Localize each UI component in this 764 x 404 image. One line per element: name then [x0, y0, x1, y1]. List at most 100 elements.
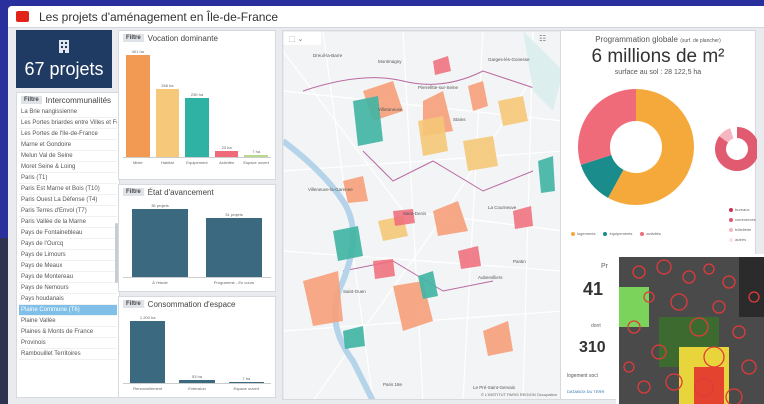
bar[interactable]: [125, 55, 150, 157]
bar-value-label: 1 200 ha: [139, 315, 156, 320]
legend-item: commerces: [729, 217, 756, 222]
map-place-label: Villeneuve-la-Garenne: [308, 187, 353, 192]
programmation-legend: logements équipements activités: [571, 231, 661, 236]
x-axis: [123, 383, 271, 384]
list-item[interactable]: Pays de Limours: [19, 250, 117, 261]
consommation-panel: Filtre Consommation d'espace 1 200 ha Reno…: [118, 296, 276, 398]
panel-title: Vocation dominante: [147, 33, 218, 43]
list-item[interactable]: Paris Vallée de la Marne: [19, 217, 117, 228]
bar-category-label: Programmé - En cours: [213, 280, 255, 285]
list-item[interactable]: Melun Val de Seine: [19, 151, 117, 162]
list-item[interactable]: Pays houdanais: [19, 294, 117, 305]
map-menu-icon[interactable]: ☷: [539, 34, 546, 43]
panel-title: État d'avancement: [147, 187, 214, 197]
bar-value-label: 266 ha: [161, 83, 174, 89]
avancement-chart: 36 projets À l'étude 31 projets Programmé -…: [123, 201, 271, 289]
title-bar: Les projets d'aménagement en Île-de-Fran…: [8, 6, 764, 28]
bar-category-label: Mixte: [133, 160, 143, 165]
map-place-label: Pantin: [513, 259, 526, 264]
filter-badge[interactable]: Filtre: [21, 96, 42, 104]
bar-category-label: Extension: [188, 386, 206, 391]
list-item[interactable]: La Brie nangissienne: [19, 107, 117, 118]
list-item[interactable]: Paris Ouest La Défense (T4): [19, 195, 117, 206]
list-item[interactable]: Moret Seine & Loing: [19, 162, 117, 173]
map-place-label: Stains: [453, 117, 466, 122]
list-item[interactable]: Paris Terres d'Envol (T7): [19, 206, 117, 217]
x-axis: [123, 157, 271, 158]
filter-badge[interactable]: Filtre: [123, 34, 144, 42]
map-place-label: Dreuil-la-Barre: [313, 53, 343, 58]
list-item[interactable]: Marne et Gondoire: [19, 140, 117, 151]
map-place-label: Aubervilliers: [478, 275, 503, 280]
bar-value-label: 230 ha: [190, 92, 204, 98]
map-place-label: Le Pré-Saint-Gervais: [473, 385, 516, 390]
list-item[interactable]: Paris Est Marne et Bois (T10): [19, 184, 117, 195]
legend-item: bureaux: [729, 207, 756, 212]
programmation-title: Programmation globale: [595, 35, 678, 44]
bar[interactable]: [129, 321, 166, 383]
intercommunalites-panel: Filtre Intercommunalités La Brie nangissi…: [16, 92, 120, 398]
building-icon: [16, 38, 112, 59]
bar-category-label: Espace ouvert: [243, 160, 269, 165]
map-place-label: Saint-Denis: [403, 211, 427, 216]
filter-badge[interactable]: Filtre: [123, 188, 144, 196]
bar-value-label: 7 ha: [252, 149, 261, 155]
filter-badge[interactable]: Filtre: [123, 300, 144, 308]
region-logo-icon: [16, 11, 29, 22]
list-item[interactable]: Pays de l'Ourcq: [19, 239, 117, 250]
legend-item: hôtellerie: [729, 227, 756, 232]
overlay-heatmap-window: [616, 254, 764, 404]
list-item[interactable]: Plaine Vallée: [19, 316, 117, 327]
bar-value-label: 7 ha: [242, 376, 251, 381]
bar-category-label: Equipement: [186, 160, 208, 165]
list-item[interactable]: Pays de Nemours: [19, 283, 117, 294]
bar-value-label: 23 ha: [221, 145, 232, 151]
secondary-legend: bureaux commerces hôtellerie autres: [729, 207, 756, 247]
list-item[interactable]: Pays de Montereau: [19, 272, 117, 283]
databox-link[interactable]: DATABOX DU TERR: [567, 389, 604, 394]
legend-item: activités: [640, 231, 661, 236]
svg-text:⬚ ⌄: ⬚ ⌄: [289, 36, 303, 43]
list-item[interactable]: Pays de Meaux: [19, 261, 117, 272]
panel-title: Intercommunalités: [45, 95, 112, 105]
list-item[interactable]: Rambouillet Territoires: [19, 349, 117, 360]
map-place-label: Villetaneuse: [378, 107, 403, 112]
list-item[interactable]: Les Portes briardes entre Villes et Forê…: [19, 118, 117, 129]
bar[interactable]: [185, 98, 209, 157]
map-place-label: Saint-Ouen: [343, 289, 366, 294]
bar[interactable]: [155, 89, 180, 157]
bar[interactable]: [206, 218, 262, 277]
programmation-donuts: [578, 89, 757, 205]
bar-category-label: Habitat: [161, 160, 174, 165]
kpi-1: 41: [583, 279, 604, 299]
programmation-surface: surface au sol : 28 122,5 ha: [614, 69, 702, 76]
programmation-note: (surf. de plancher): [680, 38, 721, 44]
bar-category-label: Espace ouvert: [233, 386, 260, 391]
legend-item: autres: [729, 237, 756, 242]
intercommunalites-list: La Brie nangissienne Les Portes briardes …: [17, 107, 119, 360]
kpi-logement-label: logement soci: [567, 373, 598, 379]
list-item[interactable]: Plaine Commune (T6): [19, 305, 117, 316]
legend-item: logements: [571, 231, 595, 236]
list-item[interactable]: Paris (T1): [19, 173, 117, 184]
bar[interactable]: [132, 209, 188, 277]
map-place-label: La Courneuve: [488, 205, 517, 210]
donut-slice[interactable]: [578, 89, 636, 165]
bar-value-label: 36 projets: [151, 203, 169, 208]
map-canvas[interactable]: ⬚ ⌄ ☷ Dreuil-la-Barre Montmagny Garges-lès…: [283, 31, 562, 400]
consommation-chart: 1 200 ha Renouvellement 53 ha Extension 7 ha…: [123, 313, 271, 395]
bar-value-label: 401 ha: [131, 49, 144, 54]
avancement-panel: Filtre État d'avancement 36 projets À l'ét…: [118, 184, 276, 292]
x-axis: [123, 277, 271, 278]
bar-category-label: Renouvellement: [133, 386, 163, 391]
programmation-total: 6 millions de m²: [591, 46, 725, 67]
project-count: 67 projets: [24, 59, 104, 79]
list-item[interactable]: Pays de Fontainebleau: [19, 228, 117, 239]
list-item[interactable]: Les Portes de l'Ile-de-France: [19, 129, 117, 140]
panel-title: Consommation d'espace: [147, 299, 236, 309]
map-panel[interactable]: ⬚ ⌄ ☷ Dreuil-la-Barre Montmagny Garges-lès…: [282, 30, 562, 400]
bar-value-label: 31 projets: [225, 212, 243, 218]
list-item[interactable]: Provinois: [19, 338, 117, 349]
bar-value-label: 53 ha: [191, 374, 202, 380]
list-item[interactable]: Plaines & Monts de France: [19, 327, 117, 338]
